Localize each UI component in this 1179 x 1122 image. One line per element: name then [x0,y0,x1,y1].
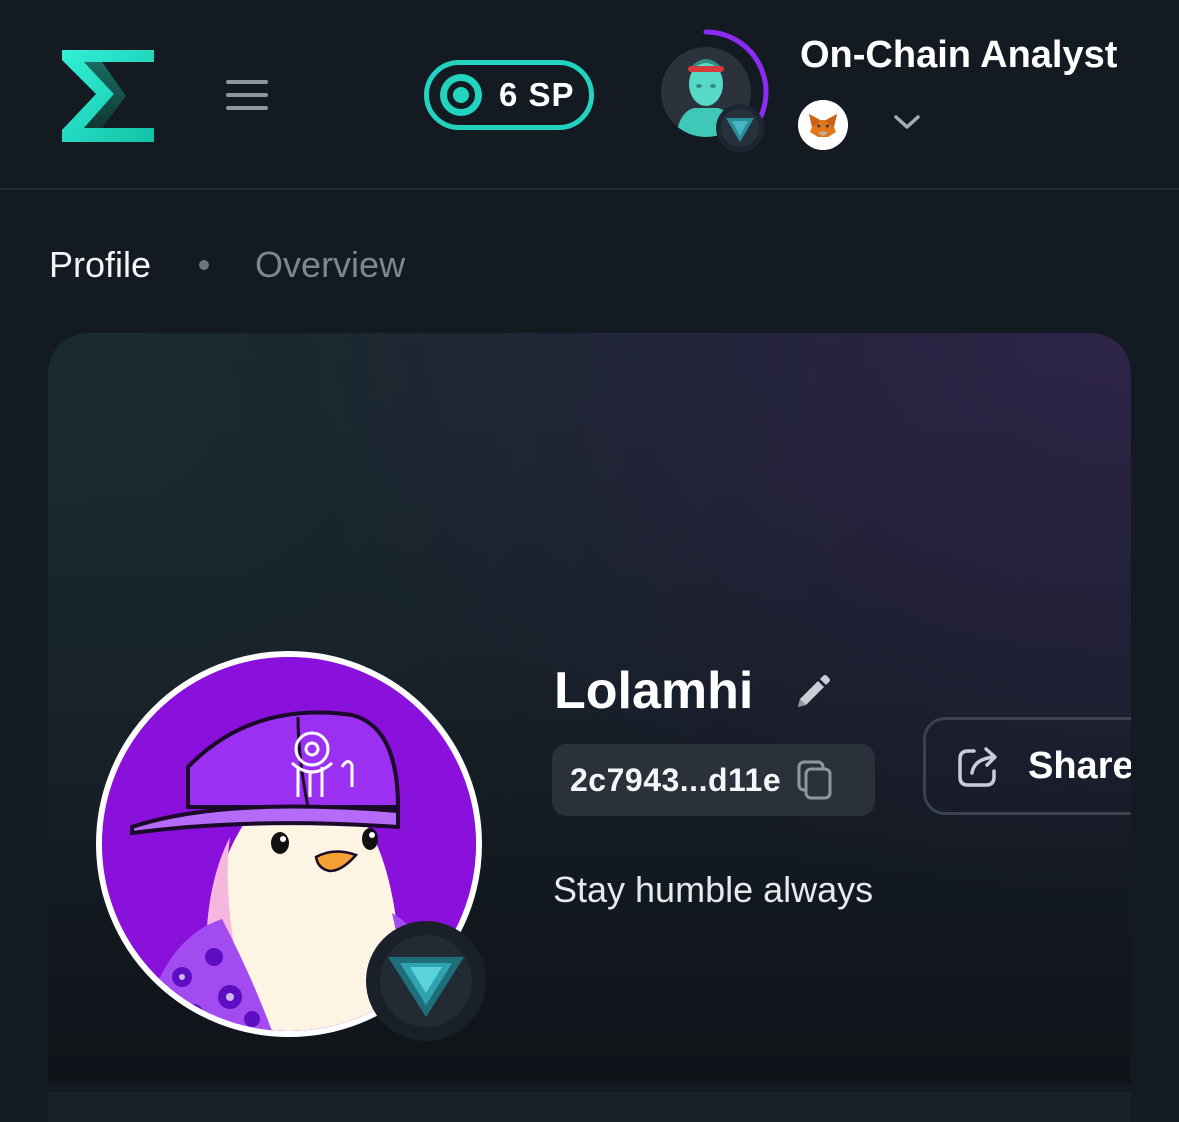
level-ring-avatar [661,29,769,152]
wallet-address: 2c7943...d11e [570,761,782,798]
profile-bio: Stay humble always [553,869,874,910]
triangle-rank-badge [366,921,486,1041]
profile-card: Lolamhi 2c7943...d11e Share Stay humble … [48,333,1131,1083]
profile-name: Lolamhi [554,662,754,720]
breadcrumb-separator [199,260,210,270]
wallet-address-chip[interactable]: 2c7943...d11e [552,744,875,816]
breadcrumb-profile[interactable]: Profile [49,244,151,286]
share-button-label: Share [1028,744,1131,787]
chevron-down-icon[interactable] [890,108,924,136]
sigma-logo[interactable] [58,46,158,146]
share-button[interactable]: Share [923,717,1131,815]
hamburger-menu-icon[interactable] [220,74,274,116]
sp-points-button[interactable]: 6 SP [424,60,594,130]
user-avatar-button[interactable] [654,28,774,158]
breadcrumb-overview[interactable]: Overview [255,244,405,286]
pencil-icon[interactable] [790,671,834,715]
sp-points-label: 6 SP [499,76,575,113]
sp-ring-icon [440,74,482,116]
share-icon [958,747,997,787]
top-navigation-bar: 6 SP On-Chain Analyst [0,0,1179,190]
user-name: On-Chain Analyst [800,34,1118,76]
breadcrumb: Profile Overview [49,244,405,286]
copy-icon[interactable] [795,758,835,802]
metamask-fox-icon [798,100,848,150]
